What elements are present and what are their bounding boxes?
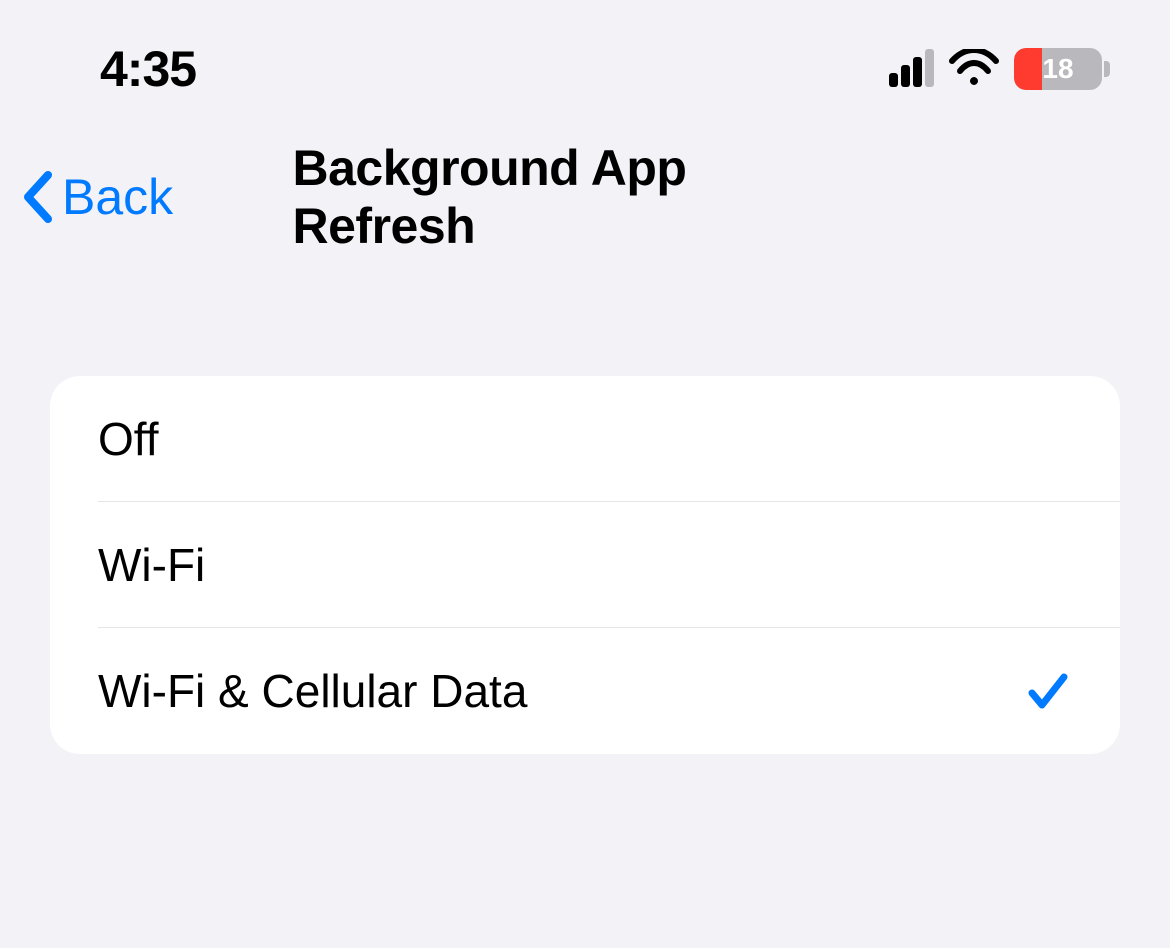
battery-level: 18 — [1014, 48, 1102, 90]
page-title: Background App Refresh — [293, 139, 878, 255]
status-bar: 4:35 18 — [0, 0, 1170, 128]
option-label: Wi-Fi & Cellular Data — [98, 664, 527, 718]
back-button[interactable]: Back — [20, 168, 173, 226]
back-label: Back — [62, 168, 173, 226]
options-list: Off Wi-Fi Wi-Fi & Cellular Data — [50, 376, 1120, 754]
status-time: 4:35 — [100, 40, 196, 98]
wifi-icon — [948, 49, 1000, 89]
chevron-left-icon — [20, 171, 56, 223]
battery-icon: 18 — [1014, 48, 1110, 90]
option-label: Wi-Fi — [98, 538, 205, 592]
status-icons: 18 — [889, 48, 1110, 90]
cellular-signal-icon — [889, 51, 934, 87]
option-wifi[interactable]: Wi-Fi — [50, 502, 1120, 628]
nav-header: Back Background App Refresh — [0, 128, 1170, 276]
option-off[interactable]: Off — [50, 376, 1120, 502]
checkmark-icon — [1024, 667, 1072, 715]
option-wifi-cellular[interactable]: Wi-Fi & Cellular Data — [50, 628, 1120, 754]
option-label: Off — [98, 412, 159, 466]
